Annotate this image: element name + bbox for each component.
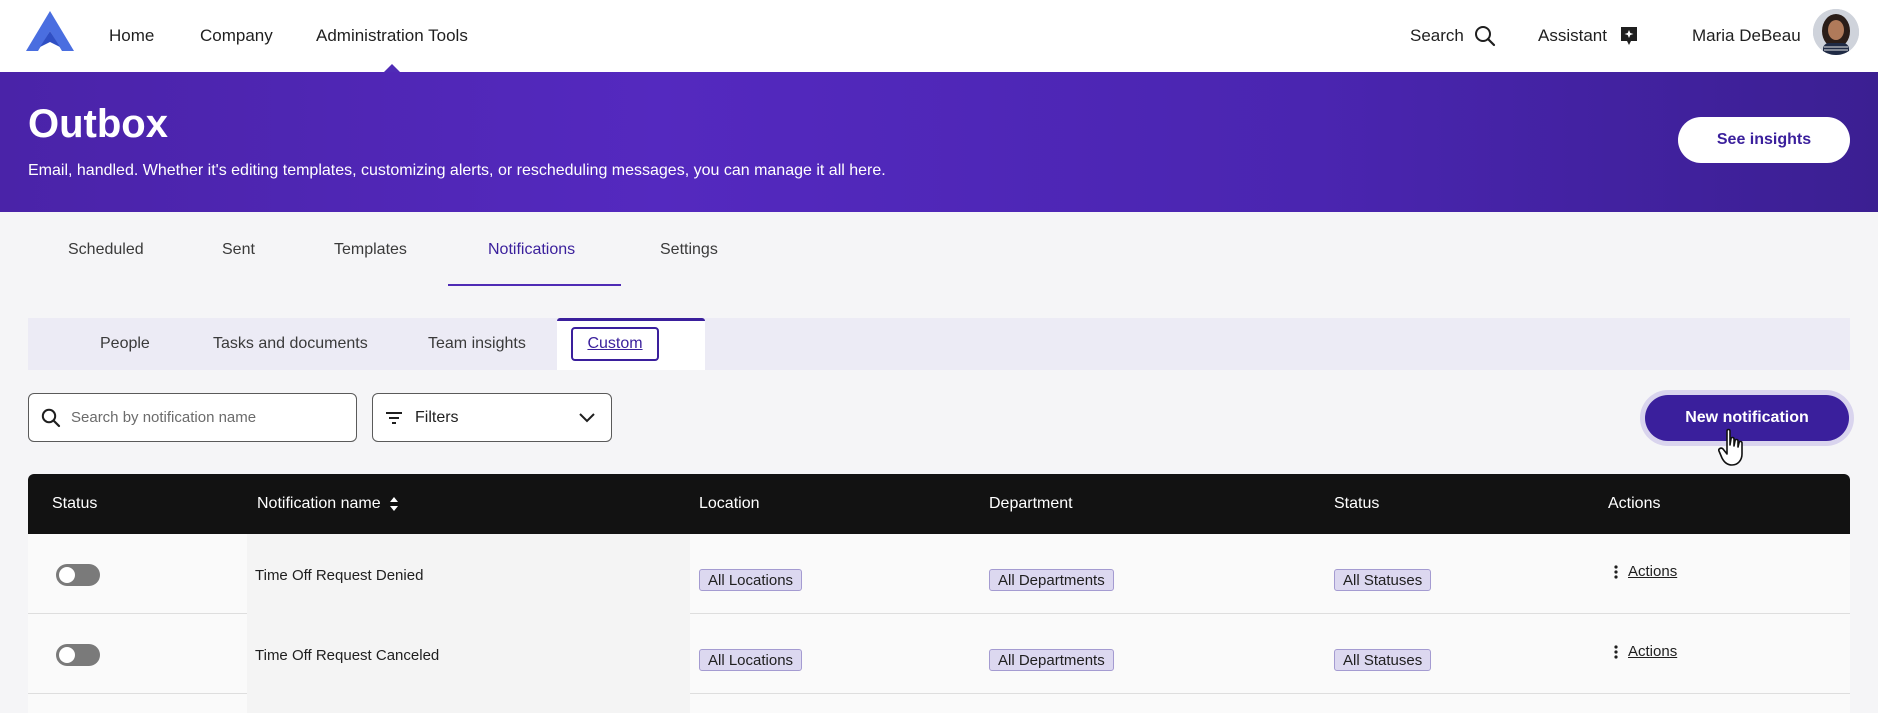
header-status-filter: Status xyxy=(1334,495,1380,512)
header-actions: Actions xyxy=(1608,495,1661,512)
table-row-partial xyxy=(28,694,1850,713)
subtab-tasks-and-documents[interactable]: Tasks and documents xyxy=(213,318,368,370)
header-notification-name-label: Notification name xyxy=(257,495,381,512)
table-row: Time Off Request Canceled All Locations … xyxy=(28,614,1850,694)
notifications-table: Status Notification name Location Depart… xyxy=(28,474,1850,713)
actions-link[interactable]: Actions xyxy=(1628,563,1677,580)
hand-cursor-icon xyxy=(1718,428,1743,466)
location-chip: All Locations xyxy=(699,569,803,591)
status-chip: All Statuses xyxy=(1334,649,1432,671)
table-header: Status Notification name Location Depart… xyxy=(28,474,1850,534)
nav-search[interactable]: Search xyxy=(1410,0,1496,72)
tab-sent[interactable]: Sent xyxy=(222,212,255,288)
subtab-people[interactable]: People xyxy=(100,318,150,370)
nav-assistant-label: Assistant xyxy=(1538,26,1607,45)
search-input[interactable] xyxy=(71,409,331,426)
app-logo-icon[interactable] xyxy=(24,9,76,53)
actions-link[interactable]: Actions xyxy=(1628,643,1677,660)
location-chip: All Locations xyxy=(699,649,803,671)
status-chip: All Statuses xyxy=(1334,569,1432,591)
header-status: Status xyxy=(52,495,98,512)
department-chip: All Departments xyxy=(989,649,1114,671)
search-icon xyxy=(1474,26,1495,47)
header-notification-name[interactable]: Notification name xyxy=(257,474,399,534)
filters-dropdown[interactable]: Filters xyxy=(372,393,612,442)
sort-icon xyxy=(389,497,398,511)
notification-name: Time Off Request Canceled xyxy=(255,647,440,664)
nav-administration-tools[interactable]: Administration Tools xyxy=(316,0,468,72)
search-icon xyxy=(41,408,61,427)
nav-home[interactable]: Home xyxy=(109,0,154,72)
main-tabs: Scheduled Sent Templates Notifications S… xyxy=(0,212,1878,288)
page-subtitle: Email, handled. Whether it's editing tem… xyxy=(28,162,886,179)
chevron-down-icon xyxy=(579,413,595,423)
row-actions-menu[interactable]: Actions xyxy=(1614,643,1677,660)
status-toggle[interactable] xyxy=(56,644,100,666)
user-name[interactable]: Maria DeBeau xyxy=(1692,0,1801,72)
subtab-team-insights[interactable]: Team insights xyxy=(428,318,526,370)
nav-assistant[interactable]: Assistant xyxy=(1538,0,1639,72)
search-field[interactable] xyxy=(28,393,357,442)
nav-search-label: Search xyxy=(1410,26,1464,45)
active-tab-underline xyxy=(448,284,621,286)
more-vertical-icon xyxy=(1614,644,1618,659)
table-row: Time Off Request Denied All Locations Al… xyxy=(28,534,1850,614)
filters-label: Filters xyxy=(415,408,459,426)
hero-banner: Outbox Email, handled. Whether it's edit… xyxy=(0,72,1878,212)
see-insights-button[interactable]: See insights xyxy=(1678,117,1850,163)
row-actions-menu[interactable]: Actions xyxy=(1614,563,1677,580)
notification-name: Time Off Request Denied xyxy=(255,567,424,584)
status-toggle[interactable] xyxy=(56,564,100,586)
assistant-sparkle-icon xyxy=(1620,27,1637,45)
page-title: Outbox xyxy=(28,102,168,146)
header-location: Location xyxy=(699,495,760,512)
filter-icon xyxy=(386,411,402,424)
tab-scheduled[interactable]: Scheduled xyxy=(68,212,144,288)
header-department: Department xyxy=(989,495,1073,512)
more-vertical-icon xyxy=(1614,564,1618,579)
subtab-custom[interactable]: Custom xyxy=(571,327,659,361)
tab-templates[interactable]: Templates xyxy=(334,212,407,288)
active-nav-indicator xyxy=(384,64,400,72)
tab-settings[interactable]: Settings xyxy=(660,212,718,288)
department-chip: All Departments xyxy=(989,569,1114,591)
sub-tabs: People Tasks and documents Team insights… xyxy=(28,318,1850,370)
avatar-portrait-icon xyxy=(1813,9,1859,55)
name-cell-background xyxy=(247,694,690,713)
top-navigation: Home Company Administration Tools Search… xyxy=(0,0,1878,72)
nav-company[interactable]: Company xyxy=(200,0,273,72)
tab-notifications[interactable]: Notifications xyxy=(488,212,575,288)
user-avatar[interactable] xyxy=(1813,9,1859,55)
